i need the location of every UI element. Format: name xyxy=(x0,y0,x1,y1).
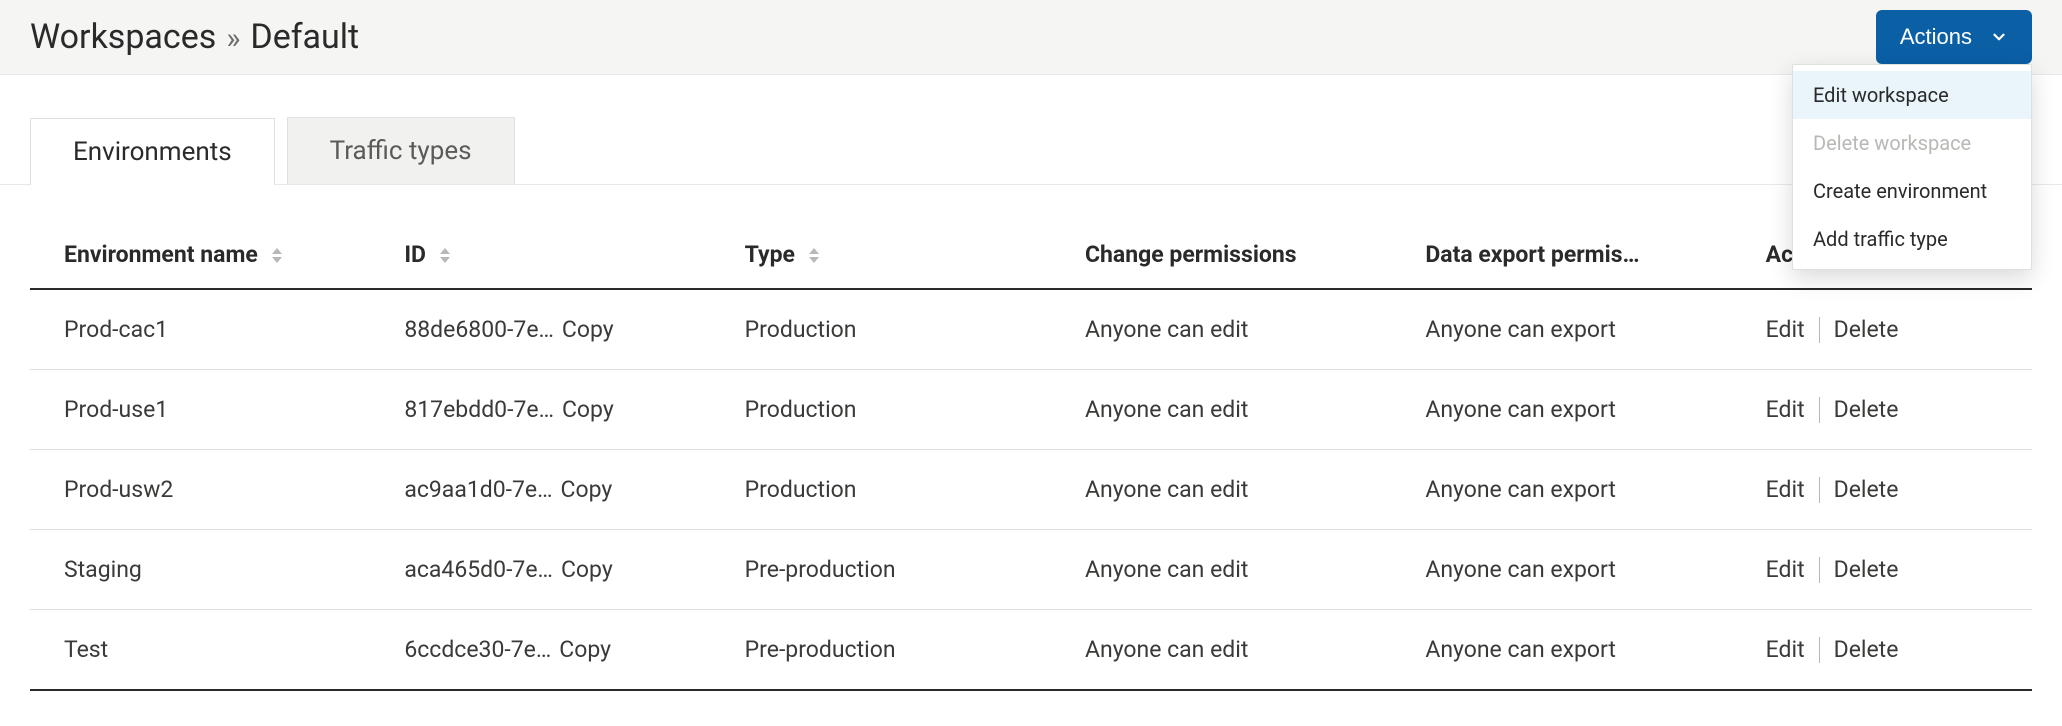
cell-env-name: Staging xyxy=(30,530,370,610)
action-divider xyxy=(1819,477,1820,503)
column-header-export-permissions-label: Data export permis… xyxy=(1425,241,1639,268)
dropdown-item-add-traffic-type[interactable]: Add traffic type xyxy=(1793,215,2031,263)
copy-link[interactable]: Copy xyxy=(562,316,614,343)
sort-icon xyxy=(272,248,282,263)
table-row: Prod-use1817ebdd0-7e…CopyProductionAnyon… xyxy=(30,370,2032,450)
cell-type: Production xyxy=(711,289,1051,370)
delete-link[interactable]: Delete xyxy=(1834,636,1899,663)
id-text: 6ccdce30-7e… xyxy=(404,636,551,663)
cell-change-permissions: Anyone can edit xyxy=(1051,530,1391,610)
cell-type: Pre-production xyxy=(711,610,1051,691)
cell-type: Pre-production xyxy=(711,530,1051,610)
environments-table: Environment name ID Type Change permissi… xyxy=(30,227,2032,691)
delete-link[interactable]: Delete xyxy=(1834,316,1899,343)
cell-actions: Edit Delete xyxy=(1732,289,2032,370)
breadcrumb-root[interactable]: Workspaces xyxy=(30,17,216,57)
cell-change-permissions: Anyone can edit xyxy=(1051,289,1391,370)
cell-export-permissions: Anyone can export xyxy=(1391,530,1731,610)
id-text: ac9aa1d0-7e… xyxy=(404,476,552,503)
action-divider xyxy=(1819,317,1820,343)
cell-env-name: Prod-cac1 xyxy=(30,289,370,370)
id-text: aca465d0-7e… xyxy=(404,556,553,583)
cell-actions: Edit Delete xyxy=(1732,530,2032,610)
cell-actions: Edit Delete xyxy=(1732,450,2032,530)
column-header-id-label: ID xyxy=(404,241,426,268)
cell-type: Production xyxy=(711,370,1051,450)
dropdown-item-delete-workspace: Delete workspace xyxy=(1793,119,2031,167)
cell-id: ac9aa1d0-7e… Copy xyxy=(370,450,710,530)
breadcrumb-separator: » xyxy=(226,21,240,56)
column-header-export-permissions: Data export permis… xyxy=(1391,227,1731,289)
cell-export-permissions: Anyone can export xyxy=(1391,370,1731,450)
delete-link[interactable]: Delete xyxy=(1834,476,1899,503)
cell-export-permissions: Anyone can export xyxy=(1391,289,1731,370)
breadcrumb-current: Default xyxy=(250,17,359,57)
edit-link[interactable]: Edit xyxy=(1766,556,1805,583)
action-divider xyxy=(1819,397,1820,423)
tab-environments[interactable]: Environments xyxy=(30,118,275,185)
column-header-change-permissions: Change permissions xyxy=(1051,227,1391,289)
cell-id: 817ebdd0-7e… Copy xyxy=(370,370,710,450)
dropdown-item-create-environment[interactable]: Create environment xyxy=(1793,167,2031,215)
sort-icon xyxy=(809,248,819,263)
dropdown-item-edit-workspace[interactable]: Edit workspace xyxy=(1793,71,2031,119)
id-text: 817ebdd0-7e… xyxy=(404,396,554,423)
sort-icon xyxy=(440,248,450,263)
chevron-down-icon xyxy=(1990,28,2008,46)
cell-type: Production xyxy=(711,450,1051,530)
table-row: Stagingaca465d0-7e…CopyPre-productionAny… xyxy=(30,530,2032,610)
actions-button-label: Actions xyxy=(1900,24,1972,50)
cell-actions: Edit Delete xyxy=(1732,370,2032,450)
cell-id: aca465d0-7e… Copy xyxy=(370,530,710,610)
cell-change-permissions: Anyone can edit xyxy=(1051,370,1391,450)
action-divider xyxy=(1819,637,1820,663)
cell-change-permissions: Anyone can edit xyxy=(1051,450,1391,530)
table-row: Test6ccdce30-7e…CopyPre-productionAnyone… xyxy=(30,610,2032,691)
tabs: Environments Traffic types xyxy=(0,117,2062,185)
column-header-env-name[interactable]: Environment name xyxy=(30,227,370,289)
column-header-change-permissions-label: Change permissions xyxy=(1085,241,1297,268)
cell-export-permissions: Anyone can export xyxy=(1391,450,1731,530)
edit-link[interactable]: Edit xyxy=(1766,636,1805,663)
column-header-type[interactable]: Type xyxy=(711,227,1051,289)
cell-id: 6ccdce30-7e… Copy xyxy=(370,610,710,691)
table-row: Prod-usw2ac9aa1d0-7e…CopyProductionAnyon… xyxy=(30,450,2032,530)
column-header-env-name-label: Environment name xyxy=(64,241,258,268)
delete-link[interactable]: Delete xyxy=(1834,556,1899,583)
delete-link[interactable]: Delete xyxy=(1834,396,1899,423)
tab-traffic-types[interactable]: Traffic types xyxy=(287,117,515,184)
edit-link[interactable]: Edit xyxy=(1766,396,1805,423)
breadcrumb: Workspaces » Default xyxy=(30,17,359,57)
column-header-id[interactable]: ID xyxy=(370,227,710,289)
action-divider xyxy=(1819,557,1820,583)
cell-env-name: Prod-usw2 xyxy=(30,450,370,530)
id-text: 88de6800-7e… xyxy=(404,316,554,343)
cell-id: 88de6800-7e… Copy xyxy=(370,289,710,370)
actions-dropdown: Edit workspace Delete workspace Create e… xyxy=(1792,64,2032,270)
copy-link[interactable]: Copy xyxy=(562,396,614,423)
edit-link[interactable]: Edit xyxy=(1766,476,1805,503)
cell-actions: Edit Delete xyxy=(1732,610,2032,691)
copy-link[interactable]: Copy xyxy=(559,636,611,663)
cell-env-name: Test xyxy=(30,610,370,691)
column-header-type-label: Type xyxy=(745,241,795,268)
edit-link[interactable]: Edit xyxy=(1766,316,1805,343)
table-row: Prod-cac188de6800-7e…CopyProductionAnyon… xyxy=(30,289,2032,370)
actions-button[interactable]: Actions xyxy=(1876,10,2032,64)
copy-link[interactable]: Copy xyxy=(561,476,613,503)
cell-env-name: Prod-use1 xyxy=(30,370,370,450)
cell-export-permissions: Anyone can export xyxy=(1391,610,1731,691)
copy-link[interactable]: Copy xyxy=(561,556,613,583)
cell-change-permissions: Anyone can edit xyxy=(1051,610,1391,691)
